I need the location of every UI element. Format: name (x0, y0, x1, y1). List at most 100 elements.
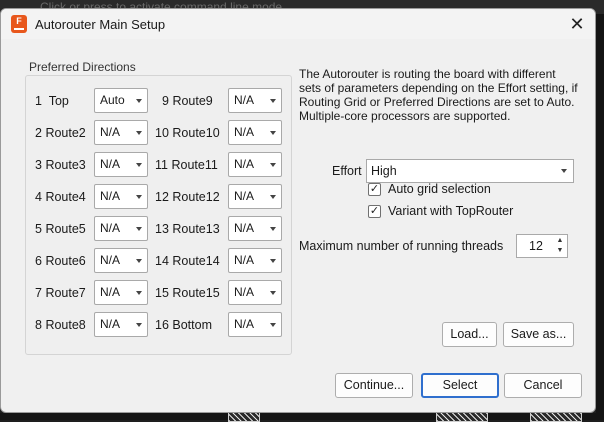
layer-number: 4 (35, 190, 42, 204)
layer-label: 12 Route12 (155, 190, 220, 204)
layer-number: 2 (35, 126, 42, 140)
cancel-button[interactable]: Cancel (504, 373, 582, 398)
load-button[interactable]: Load... (442, 322, 497, 347)
layer-name: Route2 (45, 126, 86, 140)
app-icon: F (11, 15, 27, 33)
layer-number: 12 (155, 190, 169, 204)
preferred-directions-label: Preferred Directions (29, 60, 136, 74)
direction-select-route4[interactable]: N/A (94, 184, 148, 209)
direction-select-bottom[interactable]: N/A (228, 312, 282, 337)
dropdown-arrow-icon (136, 291, 142, 295)
select-button[interactable]: Select (421, 373, 499, 398)
dropdown-arrow-icon (270, 259, 276, 263)
direction-select-route15[interactable]: N/A (228, 280, 282, 305)
layer-number: 16 (155, 318, 169, 332)
threads-label: Maximum number of running threads (299, 239, 504, 253)
effort-select[interactable]: High (366, 159, 574, 183)
direction-value: N/A (100, 221, 121, 235)
direction-value: N/A (100, 125, 121, 139)
layer-label: 3 Route3 (35, 158, 86, 172)
dropdown-arrow-icon (136, 131, 142, 135)
direction-value: N/A (100, 157, 121, 171)
layer-label: 14 Route14 (155, 254, 220, 268)
layer-number: 14 (155, 254, 169, 268)
autorouter-description: The Autorouter is routing the board with… (299, 67, 578, 123)
auto-grid-checkbox[interactable]: ✓ (368, 183, 381, 196)
toprouter-checkbox[interactable]: ✓ (368, 205, 381, 218)
layer-number: 7 (35, 286, 42, 300)
close-icon[interactable]: ✕ (565, 13, 589, 35)
direction-select-route7[interactable]: N/A (94, 280, 148, 305)
direction-select-route12[interactable]: N/A (228, 184, 282, 209)
layer-name: Route11 (171, 158, 218, 172)
layer-label: 6 Route6 (35, 254, 86, 268)
dropdown-arrow-icon (136, 259, 142, 263)
layer-label: 9 Route9 (162, 94, 213, 108)
direction-value: N/A (100, 253, 121, 267)
direction-value: N/A (234, 317, 255, 331)
layer-name: Bottom (172, 318, 212, 332)
spin-down-icon[interactable]: ▼ (554, 246, 566, 256)
direction-select-top[interactable]: Auto (94, 88, 148, 113)
layer-label: 4 Route4 (35, 190, 86, 204)
direction-value: N/A (100, 317, 121, 331)
autorouter-setup-dialog: F Autorouter Main Setup ✕ Preferred Dire… (0, 8, 596, 413)
direction-value: N/A (100, 189, 121, 203)
layer-label: 2 Route2 (35, 126, 86, 140)
direction-select-route10[interactable]: N/A (228, 120, 282, 145)
layer-label: 10 Route10 (155, 126, 220, 140)
toprouter-label: Variant with TopRouter (388, 204, 514, 218)
layer-name: Route10 (172, 126, 220, 140)
dropdown-arrow-icon (136, 323, 142, 327)
auto-grid-label: Auto grid selection (388, 182, 491, 196)
direction-select-route9[interactable]: N/A (228, 88, 282, 113)
dropdown-arrow-icon (270, 163, 276, 167)
direction-value: N/A (234, 253, 255, 267)
direction-value: N/A (234, 157, 255, 171)
effort-label: Effort (332, 164, 362, 178)
dropdown-arrow-icon (561, 169, 567, 173)
layer-number: 11 (155, 158, 168, 172)
direction-select-route5[interactable]: N/A (94, 216, 148, 241)
layer-label: 5 Route5 (35, 222, 86, 236)
layer-number: 8 (35, 318, 42, 332)
layer-name: Route3 (45, 158, 86, 172)
layer-name: Top (48, 94, 69, 108)
dropdown-arrow-icon (136, 163, 142, 167)
direction-select-route8[interactable]: N/A (94, 312, 148, 337)
direction-select-route3[interactable]: N/A (94, 152, 148, 177)
direction-select-route13[interactable]: N/A (228, 216, 282, 241)
dropdown-arrow-icon (136, 99, 142, 103)
background-pad (228, 412, 260, 422)
window-title: Autorouter Main Setup (35, 17, 166, 32)
dropdown-arrow-icon (136, 227, 142, 231)
layer-name: Route4 (45, 190, 86, 204)
dropdown-arrow-icon (270, 227, 276, 231)
direction-select-route11[interactable]: N/A (228, 152, 282, 177)
save-as-button[interactable]: Save as... (503, 322, 574, 347)
direction-select-route6[interactable]: N/A (94, 248, 148, 273)
layer-name: Route7 (45, 286, 86, 300)
layer-number: 5 (35, 222, 42, 236)
layer-name: Route5 (45, 222, 86, 236)
threads-value: 12 (529, 239, 543, 253)
layer-name: Route12 (172, 190, 220, 204)
title-bar: F Autorouter Main Setup ✕ (1, 9, 595, 39)
direction-select-route14[interactable]: N/A (228, 248, 282, 273)
layer-number: 9 (162, 94, 169, 108)
layer-label: 1 Top (35, 94, 69, 108)
layer-label: 13 Route13 (155, 222, 220, 236)
direction-select-route2[interactable]: N/A (94, 120, 148, 145)
spin-up-icon[interactable]: ▲ (554, 236, 566, 246)
dropdown-arrow-icon (270, 291, 276, 295)
dropdown-arrow-icon (270, 323, 276, 327)
continue-button[interactable]: Continue... (335, 373, 413, 398)
layer-name: Route8 (45, 318, 86, 332)
direction-value: N/A (234, 285, 255, 299)
background-pad (436, 412, 488, 422)
direction-value: N/A (234, 221, 255, 235)
layer-number: 15 (155, 286, 169, 300)
threads-spinbox[interactable]: 12 ▲ ▼ (516, 234, 568, 258)
direction-value: N/A (234, 125, 255, 139)
layer-name: Route6 (45, 254, 86, 268)
